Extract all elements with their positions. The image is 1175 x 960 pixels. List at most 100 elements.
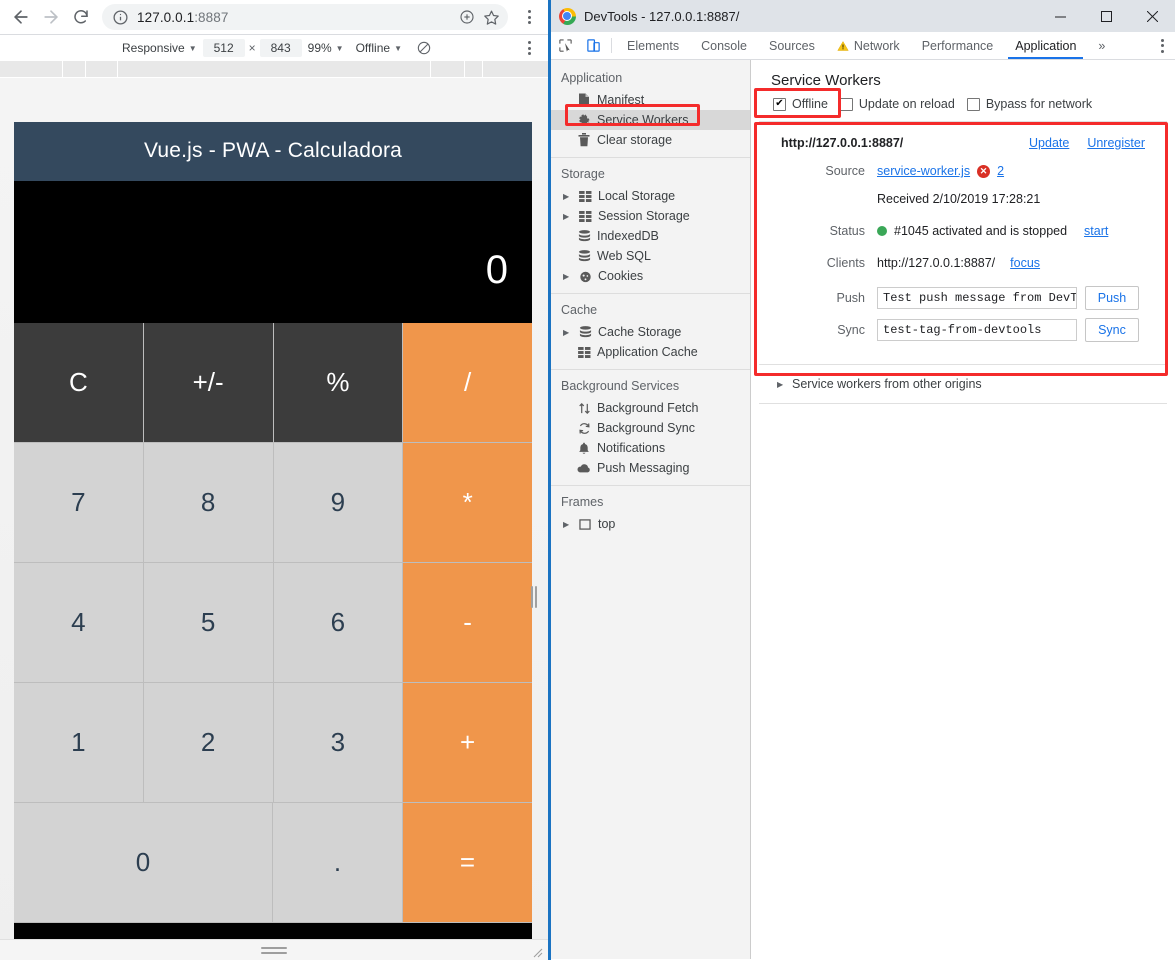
address-bar[interactable]: 127.0.0.1:8887 <box>102 4 508 30</box>
viewport-width-input[interactable]: 512 <box>202 39 245 57</box>
chevron-right-icon[interactable]: ▶ <box>563 192 572 201</box>
calc-key-1[interactable]: 1 <box>14 683 144 803</box>
tab-application[interactable]: Application <box>1004 32 1087 59</box>
offline-toggle[interactable]: Offline <box>773 97 828 111</box>
tab-network[interactable]: Network <box>826 32 911 59</box>
calc-key-subtract[interactable]: - <box>403 563 532 683</box>
more-tabs-button[interactable]: » <box>1087 32 1116 59</box>
browser-menu-icon[interactable] <box>516 4 542 30</box>
inspect-element-icon[interactable] <box>551 32 579 59</box>
bypass-for-network-toggle[interactable]: Bypass for network <box>966 97 1092 111</box>
chevron-right-icon[interactable]: ▶ <box>777 380 786 389</box>
sidebar-item-clear-storage[interactable]: Clear storage <box>551 130 750 150</box>
update-link[interactable]: Update <box>1029 136 1069 150</box>
tab-console[interactable]: Console <box>690 32 758 59</box>
sidebar-item-local-storage[interactable]: ▶ Local Storage <box>551 186 750 206</box>
tab-performance[interactable]: Performance <box>911 32 1005 59</box>
offline-checkbox[interactable] <box>773 97 786 111</box>
throttle-label: Offline <box>355 41 391 55</box>
sidebar-item-indexeddb[interactable]: IndexedDB <box>551 226 750 246</box>
chevron-right-icon[interactable]: ▶ <box>563 212 572 221</box>
calc-key-sign[interactable]: +/- <box>143 323 274 443</box>
calc-key-divide[interactable]: / <box>403 323 532 443</box>
sidebar-item-manifest[interactable]: Manifest <box>551 90 750 110</box>
chevron-right-icon[interactable]: ▶ <box>563 328 572 337</box>
calc-key-equals[interactable]: = <box>403 803 532 923</box>
forward-arrow-icon[interactable] <box>36 2 66 32</box>
calc-key-0[interactable]: 0 <box>14 803 273 923</box>
calc-key-5[interactable]: 5 <box>143 563 274 683</box>
push-label: Push <box>836 291 866 305</box>
device-toolbar-menu-icon[interactable] <box>516 35 542 61</box>
panel-title: Service Workers <box>771 72 881 89</box>
calc-key-2[interactable]: 2 <box>143 683 274 803</box>
minimize-button[interactable] <box>1037 0 1083 32</box>
reload-icon[interactable] <box>66 2 96 32</box>
application-sidebar: Application Manifest Service Workers Cle… <box>551 60 751 959</box>
sidebar-item-notifications[interactable]: Notifications <box>551 438 750 458</box>
sidebar-item-application-cache[interactable]: Application Cache <box>551 342 750 362</box>
sidebar-item-label: Service Workers <box>597 113 689 127</box>
calc-key-4[interactable]: 4 <box>14 563 144 683</box>
resize-corner-icon[interactable] <box>531 945 543 958</box>
push-button[interactable]: Push <box>1085 286 1139 310</box>
bell-icon <box>577 441 591 455</box>
update-on-reload-toggle[interactable]: Update on reload <box>839 97 955 111</box>
viewport-height-input[interactable]: 843 <box>259 39 302 57</box>
star-icon[interactable] <box>480 6 502 28</box>
bypass-for-network-checkbox[interactable] <box>966 97 980 111</box>
tab-elements[interactable]: Elements <box>616 32 690 59</box>
sidebar-item-background-fetch[interactable]: Background Fetch <box>551 398 750 418</box>
calc-key-multiply[interactable]: * <box>403 443 532 563</box>
calc-key-9[interactable]: 9 <box>273 443 404 563</box>
sidebar-item-session-storage[interactable]: ▶ Session Storage <box>551 206 750 226</box>
error-count-link[interactable]: 2 <box>997 164 1004 178</box>
sync-button[interactable]: Sync <box>1085 318 1139 342</box>
calc-key-percent[interactable]: % <box>273 323 404 443</box>
calc-key-3[interactable]: 3 <box>273 683 404 803</box>
info-circle-icon[interactable] <box>112 9 129 26</box>
close-button[interactable] <box>1129 0 1175 32</box>
source-row: Source service-worker.js ✕ 2 <box>769 160 1157 182</box>
no-throttle-icon[interactable] <box>416 40 432 56</box>
calc-key-6[interactable]: 6 <box>273 563 404 683</box>
start-link[interactable]: start <box>1084 224 1108 238</box>
chevron-right-icon[interactable]: ▶ <box>563 520 572 529</box>
sidebar-item-cache-storage[interactable]: ▶ Cache Storage <box>551 322 750 342</box>
sidebar-item-push-messaging[interactable]: Push Messaging <box>551 458 750 478</box>
tab-label: Elements <box>627 38 680 53</box>
focus-link[interactable]: focus <box>1010 256 1040 270</box>
sidebar-item-service-workers[interactable]: Service Workers <box>551 110 750 130</box>
sidebar-item-top-frame[interactable]: ▶ top <box>551 514 750 534</box>
sync-input[interactable]: test-tag-from-devtools <box>877 319 1077 341</box>
sidebar-item-cookies[interactable]: ▶ Cookies <box>551 266 750 286</box>
sidebar-item-background-sync[interactable]: Background Sync <box>551 418 750 438</box>
push-input[interactable]: Test push message from DevToc <box>877 287 1077 309</box>
device-toolbar-icon[interactable] <box>579 32 607 59</box>
unregister-link[interactable]: Unregister <box>1087 136 1145 150</box>
calc-key-clear[interactable]: C <box>14 323 144 443</box>
sidebar-item-web-sql[interactable]: Web SQL <box>551 246 750 266</box>
other-origins-section[interactable]: ▶ Service workers from other origins <box>759 365 1167 404</box>
table-grid-icon <box>578 209 592 223</box>
zoom-selector[interactable]: 99% ▼ <box>302 39 350 57</box>
add-to-circle-icon[interactable] <box>456 6 478 28</box>
update-on-reload-checkbox[interactable] <box>839 97 853 111</box>
calc-key-decimal[interactable]: . <box>273 803 403 923</box>
source-file-link[interactable]: service-worker.js <box>877 164 970 178</box>
back-arrow-icon[interactable] <box>6 2 36 32</box>
push-row: Push Test push message from DevToc Push <box>769 286 1157 310</box>
table-grid-icon <box>577 345 591 359</box>
viewport-height-handle[interactable] <box>261 946 287 954</box>
maximize-button[interactable] <box>1083 0 1129 32</box>
calc-key-7[interactable]: 7 <box>14 443 144 563</box>
calc-key-add[interactable]: + <box>403 683 532 803</box>
devtools-menu-icon[interactable] <box>1149 33 1175 59</box>
database-icon <box>577 249 591 263</box>
tab-sources[interactable]: Sources <box>758 32 826 59</box>
throttle-selector[interactable]: Offline ▼ <box>350 39 408 57</box>
device-selector[interactable]: Responsive ▼ <box>116 39 203 57</box>
calc-key-8[interactable]: 8 <box>143 443 274 563</box>
viewport-width-handle[interactable] <box>531 586 538 608</box>
chevron-right-icon[interactable]: ▶ <box>563 272 572 281</box>
